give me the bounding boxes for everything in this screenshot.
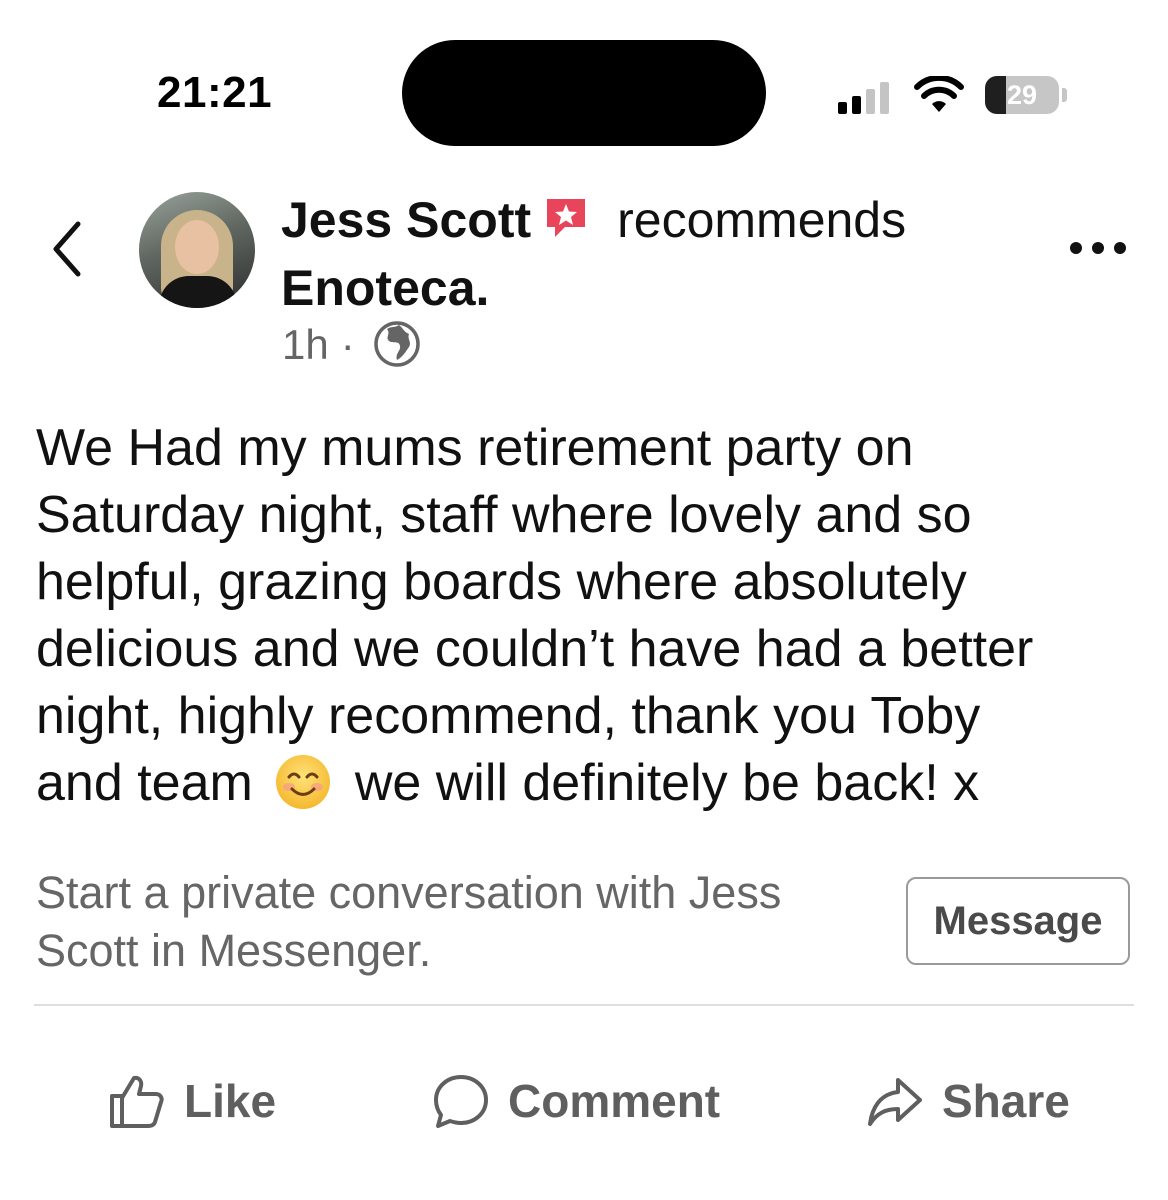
thumbs-up-icon — [110, 1075, 164, 1128]
cellular-signal-icon — [838, 82, 889, 114]
dynamic-island — [402, 40, 766, 146]
like-label: Like — [184, 1075, 277, 1127]
prompt-line: Start a private conversation with Jess — [36, 867, 782, 918]
post-time[interactable]: 1h — [282, 321, 329, 368]
avatar[interactable] — [139, 192, 255, 308]
back-chevron-icon[interactable] — [44, 216, 88, 282]
page-name[interactable]: Enoteca. — [281, 258, 489, 318]
message-button[interactable]: Message — [906, 877, 1130, 965]
post-body: We Had my mums retirement party on Satur… — [36, 415, 1136, 817]
wifi-icon — [914, 76, 964, 112]
comment-button[interactable]: Comment — [432, 1066, 720, 1136]
smiling-face-emoji-icon — [275, 755, 330, 809]
meta-separator: · — [340, 321, 355, 368]
messenger-prompt: Start a private conversation with Jess S… — [36, 864, 886, 980]
battery-level: 29 — [1006, 80, 1038, 110]
post-line-part: and team — [36, 754, 253, 812]
battery-icon: 29 — [985, 76, 1071, 116]
share-label: Share — [942, 1075, 1070, 1127]
like-button[interactable]: Like — [108, 1066, 276, 1136]
author-name[interactable]: Jess Scott — [281, 192, 531, 248]
globe-icon — [373, 321, 420, 367]
post-meta: 1h · — [282, 318, 421, 372]
post-line: delicious and we couldn’t have had a bet… — [36, 620, 1034, 678]
post-line: We Had my mums retirement party on — [36, 419, 914, 477]
post-header: Jess Scott recommends — [281, 190, 906, 250]
comment-label: Comment — [508, 1075, 721, 1127]
post-line: night, highly recommend, thank you Toby — [36, 687, 981, 745]
more-options-icon[interactable] — [1068, 236, 1128, 260]
prompt-line: Scott in Messenger. — [36, 925, 432, 976]
post-line: Saturday night, staff where lovely and s… — [36, 486, 972, 544]
post-line-part: we will definitely be back! x — [354, 754, 980, 812]
comment-bubble-icon — [434, 1075, 488, 1128]
share-button[interactable]: Share — [866, 1066, 1070, 1136]
recommend-star-icon — [547, 199, 586, 237]
divider — [34, 1004, 1134, 1006]
status-time: 21:21 — [157, 68, 273, 117]
recommend-verb: recommends — [617, 192, 907, 248]
share-arrow-icon — [868, 1078, 922, 1126]
post-line-last: and team we will definitely be back! x — [36, 750, 1136, 817]
post-line: helpful, grazing boards where absolutely — [36, 553, 967, 611]
